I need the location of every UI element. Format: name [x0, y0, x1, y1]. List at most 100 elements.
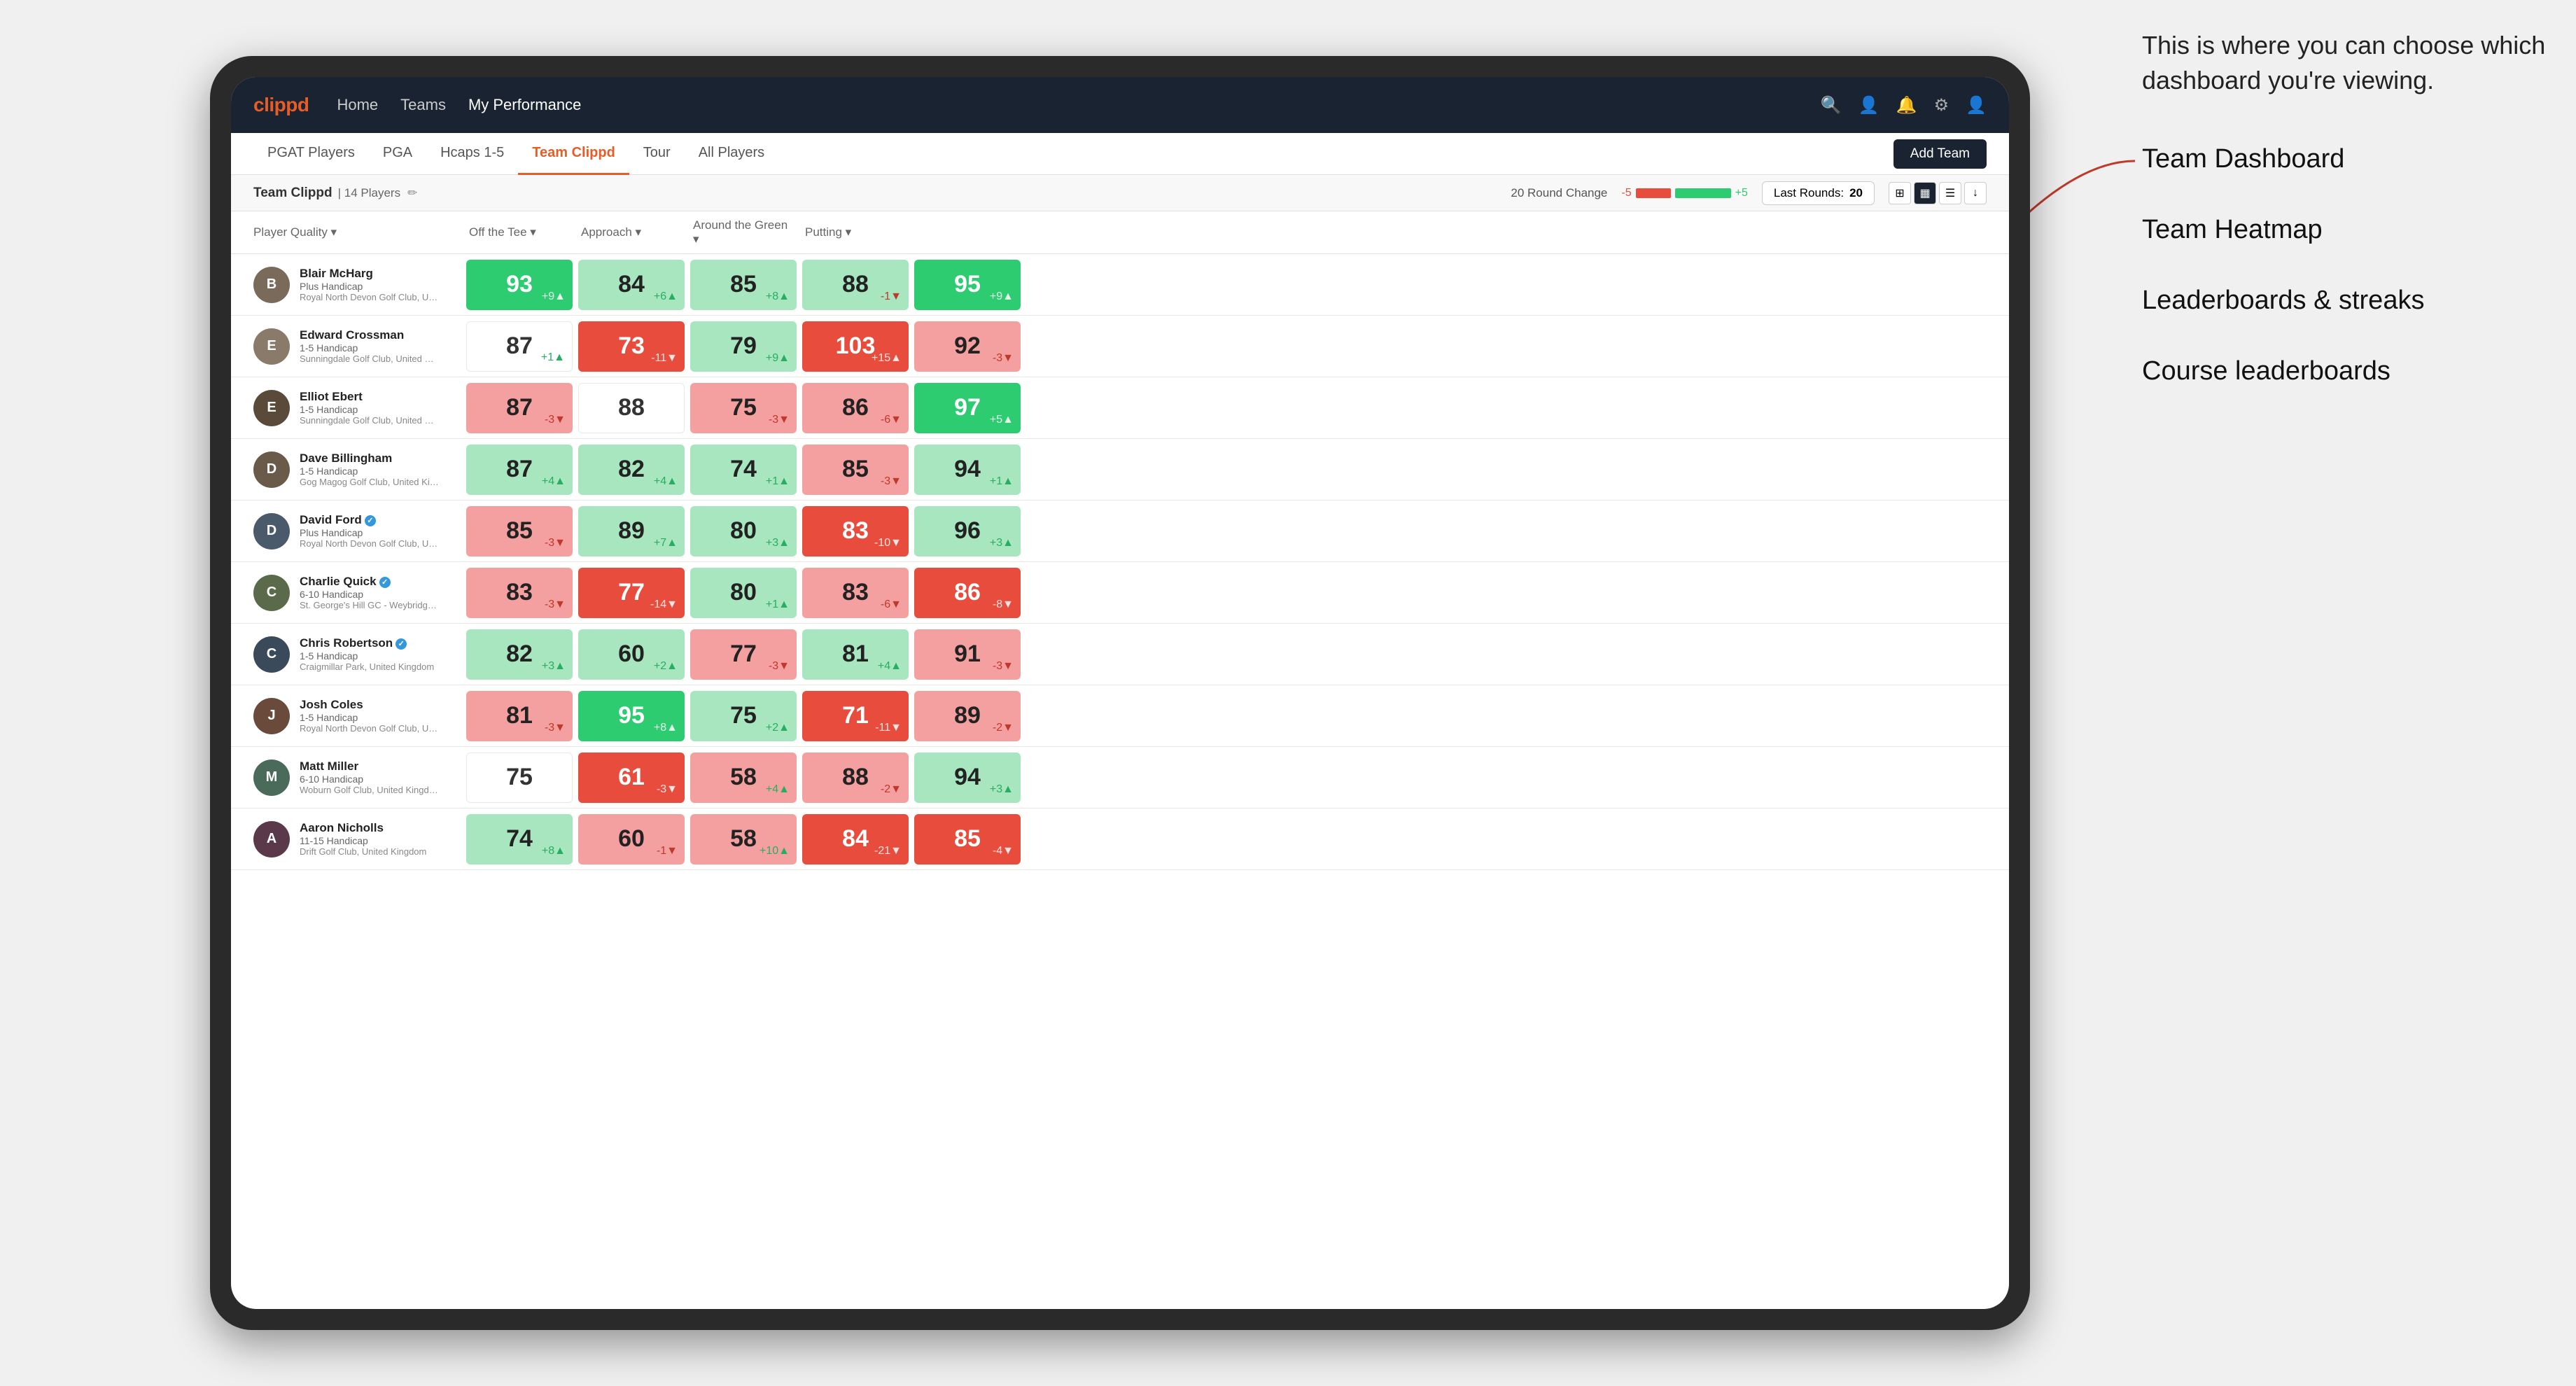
table-row[interactable]: J Josh Coles 1-5 Handicap Royal North De…	[231, 685, 2009, 747]
user-avatar-icon[interactable]: 👤	[1966, 95, 1987, 115]
player-handicap: 1-5 Handicap	[300, 465, 440, 477]
score-cell-off_tee: 60 -1▼	[578, 814, 685, 864]
list-view-button[interactable]: ☰	[1939, 182, 1961, 204]
score-value: 74	[730, 456, 757, 483]
edit-team-icon[interactable]: ✏	[407, 186, 417, 200]
table-row[interactable]: D David Ford✓ Plus Handicap Royal North …	[231, 500, 2009, 562]
score-value: 82	[618, 456, 645, 483]
player-details: Matt Miller 6-10 Handicap Woburn Golf Cl…	[300, 760, 440, 795]
score-change: +2▲	[766, 722, 790, 734]
score-cell-quality: 75	[466, 752, 573, 803]
heatmap-view-button[interactable]: ▦	[1914, 182, 1936, 204]
last-rounds-button[interactable]: Last Rounds: 20	[1762, 181, 1875, 205]
table-row[interactable]: E Edward Crossman 1-5 Handicap Sunningda…	[231, 316, 2009, 377]
col-off-tee[interactable]: Off the Tee ▾	[463, 211, 575, 253]
score-cell-putting: 92 -3▼	[914, 321, 1021, 372]
score-value: 95	[954, 271, 981, 298]
player-rows: B Blair McHarg Plus Handicap Royal North…	[231, 254, 2009, 870]
score-value: 60	[618, 640, 645, 668]
score-change: -3▼	[769, 414, 790, 426]
score-change: +9▲	[766, 352, 790, 365]
table-row[interactable]: A Aaron Nicholls 11-15 Handicap Drift Go…	[231, 808, 2009, 870]
score-value: 77	[618, 579, 645, 606]
player-info: J Josh Coles 1-5 Handicap Royal North De…	[253, 692, 463, 740]
download-button[interactable]: ↓	[1964, 182, 1987, 204]
score-value: 96	[954, 517, 981, 545]
score-value: 83	[506, 579, 533, 606]
settings-icon[interactable]: ⚙	[1934, 95, 1949, 115]
score-cell-putting: 86 -8▼	[914, 568, 1021, 618]
player-club: Royal North Devon Golf Club, United King…	[300, 538, 440, 549]
score-change: -1▼	[657, 845, 678, 858]
col-around-green[interactable]: Around the Green ▾	[687, 211, 799, 253]
score-change: +9▲	[542, 290, 566, 303]
player-club: Craigmillar Park, United Kingdom	[300, 662, 434, 672]
profile-icon[interactable]: 👤	[1858, 95, 1879, 115]
score-cell-approach: 77 -3▼	[690, 629, 797, 680]
score-cell-approach: 75 +2▲	[690, 691, 797, 741]
score-cell-approach: 85 +8▲	[690, 260, 797, 310]
team-count: | 14 Players	[338, 186, 400, 200]
nav-item-my-performance[interactable]: My Performance	[468, 96, 581, 114]
score-cell-quality: 93 +9▲	[466, 260, 573, 310]
score-value: 86	[954, 579, 981, 606]
table-row[interactable]: D Dave Billingham 1-5 Handicap Gog Magog…	[231, 439, 2009, 500]
table-row[interactable]: M Matt Miller 6-10 Handicap Woburn Golf …	[231, 747, 2009, 808]
table-row[interactable]: B Blair McHarg Plus Handicap Royal North…	[231, 254, 2009, 316]
score-change: +1▲	[990, 475, 1014, 488]
score-cell-around_green: 103 +15▲	[802, 321, 909, 372]
nav-item-teams[interactable]: Teams	[400, 96, 446, 114]
score-value: 91	[954, 640, 981, 668]
score-cell-around_green: 84 -21▼	[802, 814, 909, 864]
sub-nav-all-players[interactable]: All Players	[685, 133, 778, 175]
score-value: 82	[506, 640, 533, 668]
search-icon[interactable]: 🔍	[1821, 95, 1842, 115]
player-name: Aaron Nicholls	[300, 821, 426, 835]
player-handicap: 6-10 Handicap	[300, 589, 440, 600]
sub-nav-hcaps[interactable]: Hcaps 1-5	[426, 133, 518, 175]
score-cell-off_tee: 82 +4▲	[578, 444, 685, 495]
player-info: C Chris Robertson✓ 1-5 Handicap Craigmil…	[253, 631, 463, 678]
score-value: 95	[618, 702, 645, 729]
player-details: Elliot Ebert 1-5 Handicap Sunningdale Go…	[300, 390, 440, 426]
annotation-item-1: Team Dashboard	[2142, 141, 2548, 178]
score-cell-quality: 81 -3▼	[466, 691, 573, 741]
player-name: Charlie Quick✓	[300, 575, 440, 589]
nav-item-home[interactable]: Home	[337, 96, 378, 114]
col-putting[interactable]: Putting ▾	[799, 211, 911, 253]
score-cell-quality: 87 +4▲	[466, 444, 573, 495]
grid-view-button[interactable]: ⊞	[1889, 182, 1911, 204]
table-row[interactable]: C Charlie Quick✓ 6-10 Handicap St. Georg…	[231, 562, 2009, 624]
sub-nav-pga[interactable]: PGA	[369, 133, 426, 175]
sub-nav-team-clippd[interactable]: Team Clippd	[518, 133, 629, 175]
player-club: St. George's Hill GC - Weybridge - Surre…	[300, 600, 440, 610]
col-player-quality[interactable]: Player Quality ▾	[253, 211, 463, 253]
score-change: +6▲	[654, 290, 678, 303]
player-club: Royal North Devon Golf Club, United King…	[300, 723, 440, 734]
score-change: +1▲	[541, 351, 565, 364]
tablet-frame: clippd Home Teams My Performance 🔍 👤 🔔 ⚙…	[210, 56, 2030, 1330]
score-value: 75	[730, 702, 757, 729]
score-value: 94	[954, 764, 981, 791]
score-change: -6▼	[881, 598, 902, 611]
player-name: Edward Crossman	[300, 328, 440, 342]
table-row[interactable]: E Elliot Ebert 1-5 Handicap Sunningdale …	[231, 377, 2009, 439]
player-info: M Matt Miller 6-10 Handicap Woburn Golf …	[253, 754, 463, 802]
score-value: 58	[730, 764, 757, 791]
score-cell-off_tee: 88	[578, 383, 685, 433]
player-name: Josh Coles	[300, 698, 440, 712]
score-change: +8▲	[654, 722, 678, 734]
score-change: -3▼	[769, 660, 790, 673]
score-value: 61	[618, 764, 645, 791]
player-handicap: 11-15 Handicap	[300, 835, 426, 846]
score-value: 74	[506, 825, 533, 853]
col-approach[interactable]: Approach ▾	[575, 211, 687, 253]
verified-badge: ✓	[365, 515, 376, 526]
notification-icon[interactable]: 🔔	[1896, 95, 1917, 115]
bar-pos-label: +5	[1735, 187, 1748, 200]
score-value: 75	[730, 394, 757, 421]
sub-nav-tour[interactable]: Tour	[629, 133, 685, 175]
add-team-button[interactable]: Add Team	[1893, 139, 1987, 169]
table-row[interactable]: C Chris Robertson✓ 1-5 Handicap Craigmil…	[231, 624, 2009, 685]
sub-nav-pgat[interactable]: PGAT Players	[253, 133, 369, 175]
